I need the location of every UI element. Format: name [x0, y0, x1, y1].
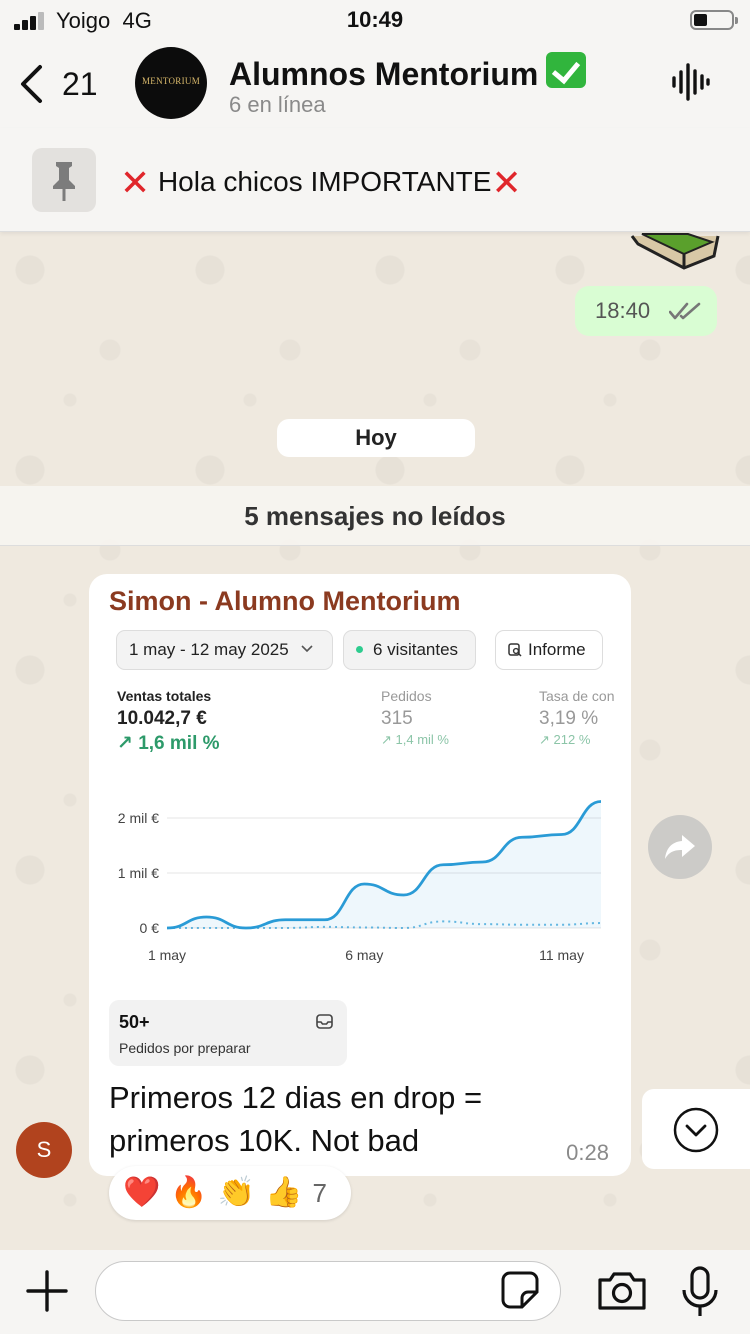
- y-tick-label: 0 €: [140, 920, 160, 936]
- back-chevron-icon[interactable]: [18, 64, 44, 104]
- pinned-message-text[interactable]: ✕ Hola chicos IMPORTANTE✕: [120, 162, 522, 204]
- status-bar: Yoigo 4G 10:49: [0, 0, 750, 40]
- sticker-icon[interactable]: [500, 1270, 540, 1310]
- plus-icon[interactable]: [26, 1270, 68, 1312]
- incoming-message-bubble[interactable]: Simon - Alumno Mentorium 1 may - 12 may …: [89, 574, 631, 1176]
- message-time: 18:40: [595, 298, 651, 323]
- message-composer: [0, 1250, 750, 1334]
- back-count[interactable]: 21: [62, 66, 98, 103]
- arrow-up-right-icon: ↗: [117, 733, 139, 754]
- x-tick-label: 6 may: [345, 947, 383, 963]
- kpi-label: Ventas totales: [117, 688, 212, 704]
- y-tick-label: 1 mil €: [118, 865, 159, 881]
- clock: 10:49: [346, 7, 404, 32]
- scroll-to-bottom-button[interactable]: [642, 1089, 750, 1169]
- battery-icon: [690, 10, 738, 30]
- x-tick-label: 11 may: [539, 947, 584, 963]
- online-count: 6 en línea: [229, 92, 326, 117]
- cross-mark-icon: ✕: [491, 162, 522, 203]
- red-heart-icon: ❤️: [123, 1176, 161, 1209]
- share-arrow-icon: [665, 835, 695, 859]
- sales-line-chart: 0 € 1 mil € 2 mil € 1 may 6 may 11 may: [118, 800, 602, 963]
- fire-icon: 🔥: [170, 1176, 208, 1209]
- message-input[interactable]: [95, 1261, 561, 1321]
- visitors-badge: 6 visitantes: [343, 630, 476, 670]
- arrow-up-right-icon: ↗: [381, 732, 396, 747]
- kpi-value: 3,19 %: [539, 708, 599, 729]
- attached-screenshot-image[interactable]: 1 may - 12 may 2025 6 visitantes Informe…: [109, 626, 621, 1070]
- pending-orders-card: 50+ Pedidos por preparar: [109, 1000, 347, 1066]
- voice-chat-icon[interactable]: [670, 62, 710, 102]
- kpi-label: Tasa de con: [539, 688, 615, 704]
- message-text: Primeros 12 dias en drop = primeros 10K.…: [109, 1080, 483, 1158]
- clapping-hands-icon: 👏: [217, 1176, 256, 1209]
- inbox-icon: [316, 1014, 333, 1029]
- thumbs-up-icon: 👍: [265, 1176, 303, 1209]
- group-avatar[interactable]: MENTORIUM: [135, 47, 207, 119]
- area-fill: [167, 801, 601, 928]
- avatar-logo-text: MENTORIUM: [141, 76, 201, 86]
- sticker-image[interactable]: [628, 232, 720, 272]
- cross-mark-icon: ✕: [120, 162, 151, 203]
- unread-messages-banner: 5 mensajes no leídos: [0, 486, 750, 546]
- live-dot-icon: [356, 646, 363, 653]
- kpi-label: Pedidos: [381, 688, 432, 704]
- arrow-up-right-icon: ↗: [539, 732, 554, 747]
- date-range-selector: 1 may - 12 may 2025: [116, 630, 333, 670]
- y-tick-label: 2 mil €: [118, 810, 159, 826]
- kpi-delta: ↗ 212 %: [539, 732, 591, 747]
- camera-icon[interactable]: [596, 1270, 648, 1312]
- pin-icon[interactable]: [32, 148, 96, 212]
- message-time: 0:28: [566, 1140, 609, 1165]
- double-check-icon: [669, 302, 701, 320]
- chevron-down-circle-icon: [673, 1107, 719, 1153]
- reactions-bar[interactable]: ❤️ 🔥 👏 👍 7: [109, 1166, 351, 1220]
- kpi-delta: ↗ 1,4 mil %: [381, 732, 449, 747]
- report-icon: [508, 643, 522, 657]
- date-separator: Hoy: [277, 419, 475, 457]
- sender-name[interactable]: Simon - Alumno Mentorium: [109, 586, 460, 617]
- forward-button[interactable]: [648, 815, 712, 879]
- check-mark-button-icon: [546, 52, 587, 88]
- outgoing-message-bubble[interactable]: 18:40: [575, 286, 717, 336]
- sender-avatar[interactable]: S: [16, 1122, 72, 1178]
- microphone-icon[interactable]: [680, 1266, 720, 1318]
- chat-header: 21 MENTORIUM Alumnos Mentorium 6 en líne…: [0, 40, 750, 128]
- group-title[interactable]: Alumnos Mentorium: [229, 52, 587, 93]
- pinned-message-bar[interactable]: ✕ Hola chicos IMPORTANTE✕: [0, 128, 750, 232]
- reaction-count: 7: [312, 1178, 327, 1208]
- x-tick-label: 1 may: [148, 947, 186, 963]
- kpi-value: 315: [381, 708, 413, 729]
- chevron-down-icon: [301, 645, 314, 653]
- kpi-delta: ↗ 1,6 mil %: [117, 733, 220, 754]
- pending-label: Pedidos por preparar: [119, 1040, 251, 1056]
- kpi-value: 10.042,7 €: [117, 708, 207, 729]
- pending-count: 50+: [119, 1012, 150, 1032]
- report-button: Informe: [495, 630, 603, 670]
